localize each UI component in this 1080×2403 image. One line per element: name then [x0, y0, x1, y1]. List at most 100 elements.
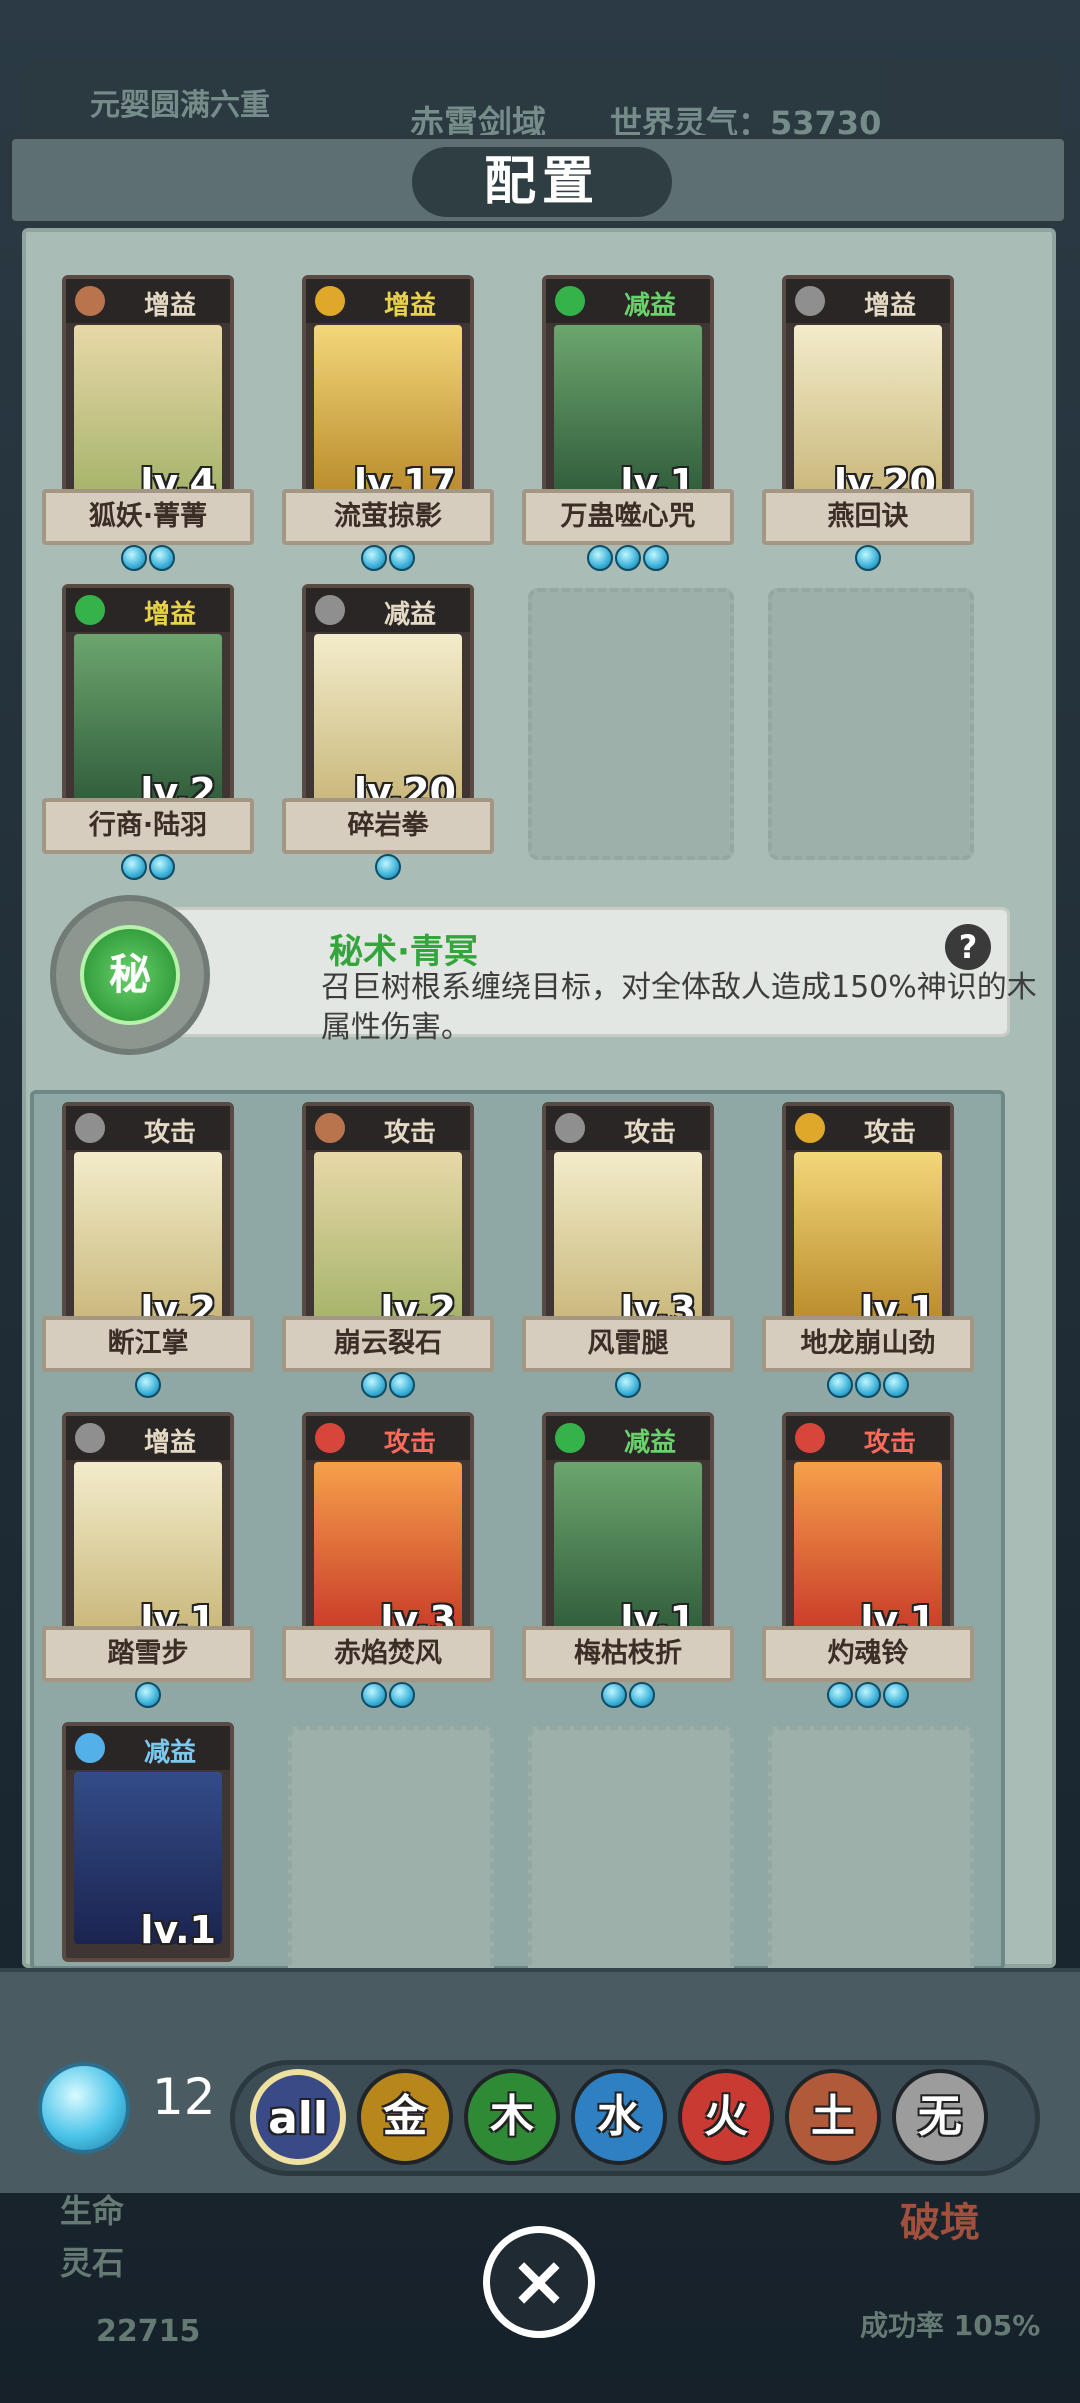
card-header: 减益: [306, 588, 470, 632]
card-header: 攻击: [546, 1106, 710, 1150]
equipped-card[interactable]: 增益 lv.4: [62, 275, 234, 515]
equipped-card[interactable]: 增益 lv.2: [62, 584, 234, 824]
card-type-label: 攻击: [863, 1118, 916, 1148]
filter-all-button[interactable]: all: [250, 2069, 346, 2165]
card-type-label: 攻击: [863, 1428, 916, 1458]
equipped-card[interactable]: 减益 lv.20: [302, 584, 474, 824]
empty-slot[interactable]: [528, 588, 734, 860]
element-icon: [312, 1110, 348, 1146]
spirit-gem-icon: [38, 2062, 130, 2154]
filter-element-button[interactable]: 土: [785, 2069, 881, 2165]
element-icon: [792, 1420, 828, 1456]
cost-dots: [42, 545, 254, 575]
spirit-dot-icon: [883, 1372, 909, 1398]
spirit-dot-icon: [135, 1372, 161, 1398]
cost-dots: [42, 1682, 254, 1712]
spirit-count: 12: [152, 2068, 216, 2126]
spirit-dot-icon: [855, 1372, 881, 1398]
card-name: 梅枯枝折: [522, 1626, 734, 1682]
card-name: 行商·陆羽: [42, 798, 254, 854]
filter-element-button[interactable]: 金: [357, 2069, 453, 2165]
card-name: 断江掌: [42, 1316, 254, 1372]
equipped-card[interactable]: 增益 lv.17: [302, 275, 474, 515]
card-name: 流萤掠影: [282, 489, 494, 545]
card-type-label: 增益: [383, 291, 436, 321]
card-type-label: 增益: [143, 291, 196, 321]
card-header: 增益: [66, 1416, 230, 1460]
empty-slot[interactable]: [768, 1726, 974, 1998]
element-icon: [552, 283, 588, 319]
element-icon: [72, 283, 108, 319]
spirit-dot-icon: [827, 1372, 853, 1398]
secret-skill-description: 召巨树根系缠绕目标，对全体敌人造成150%神识的木属性伤害。: [321, 970, 1037, 1045]
owned-card[interactable]: 攻击 lv.2: [62, 1102, 234, 1342]
card-name: 崩云裂石: [282, 1316, 494, 1372]
dialog-header: 配置: [8, 135, 1068, 225]
spirit-dot-icon: [629, 1682, 655, 1708]
filter-element-button[interactable]: 无: [892, 2069, 988, 2165]
secret-badge-icon: 秘: [80, 925, 180, 1025]
spirit-dot-icon: [375, 854, 401, 880]
card-header: 增益: [306, 279, 470, 323]
secret-skill-emblem[interactable]: 秘: [50, 895, 210, 1055]
cost-dots: [522, 1372, 734, 1402]
close-button[interactable]: ×: [483, 2226, 595, 2338]
help-icon[interactable]: ?: [945, 924, 991, 970]
card-type-label: 减益: [623, 1428, 676, 1458]
equipped-card[interactable]: 减益 lv.1: [542, 275, 714, 515]
element-icon: [552, 1110, 588, 1146]
element-icon: [72, 592, 108, 628]
element-icon: [792, 283, 828, 319]
cost-dots: [282, 854, 494, 884]
spirit-dot-icon: [855, 545, 881, 571]
owned-card[interactable]: 攻击 lv.2: [302, 1102, 474, 1342]
filter-element-button[interactable]: 水: [571, 2069, 667, 2165]
cost-dots: [762, 1372, 974, 1402]
filter-element-button[interactable]: 火: [678, 2069, 774, 2165]
stone-label: 灵石: [60, 2244, 125, 2282]
owned-card[interactable]: 攻击 lv.3: [302, 1412, 474, 1652]
card-type-label: 减益: [623, 291, 676, 321]
card-type-label: 减益: [383, 600, 436, 630]
secret-skill-name: 秘术·青冥: [329, 932, 478, 972]
owned-card[interactable]: 增益 lv.1: [62, 1412, 234, 1652]
owned-card[interactable]: 减益 lv.1: [542, 1412, 714, 1652]
card-name: 风雷腿: [522, 1316, 734, 1372]
spirit-dot-icon: [389, 1682, 415, 1708]
success-rate: 成功率 105%: [860, 2309, 1041, 2342]
card-type-label: 增益: [863, 291, 916, 321]
owned-card[interactable]: 攻击 lv.1: [782, 1102, 954, 1342]
dialog-title: 配置: [412, 147, 672, 217]
card-header: 攻击: [306, 1106, 470, 1150]
cost-dots: [282, 1372, 494, 1402]
empty-slot[interactable]: [528, 1726, 734, 1998]
spirit-dot-icon: [587, 545, 613, 571]
spirit-dot-icon: [389, 1372, 415, 1398]
card-type-label: 增益: [143, 600, 196, 630]
spirit-dot-icon: [883, 1682, 909, 1708]
cost-dots: [42, 1372, 254, 1402]
empty-slot[interactable]: [768, 588, 974, 860]
card-type-label: 攻击: [143, 1118, 196, 1148]
card-header: 攻击: [786, 1106, 950, 1150]
filter-element-button[interactable]: 木: [464, 2069, 560, 2165]
equipped-card[interactable]: 增益 lv.20: [782, 275, 954, 515]
card-level: lv.1: [140, 1908, 216, 1952]
card-header: 减益: [546, 1416, 710, 1460]
spirit-dot-icon: [361, 1372, 387, 1398]
cost-dots: [762, 1682, 974, 1712]
element-icon: [72, 1420, 108, 1456]
spirit-dot-icon: [615, 1372, 641, 1398]
owned-card[interactable]: 攻击 lv.3: [542, 1102, 714, 1342]
spirit-dot-icon: [389, 545, 415, 571]
element-icon: [312, 1420, 348, 1456]
spirit-dot-icon: [643, 545, 669, 571]
spirit-dot-icon: [121, 854, 147, 880]
card-name: 万蛊噬心咒: [522, 489, 734, 545]
breakthrough-label: 破境: [900, 2200, 980, 2246]
owned-card[interactable]: 减益 lv.1: [62, 1722, 234, 1962]
empty-slot[interactable]: [288, 1726, 494, 1998]
card-header: 增益: [66, 588, 230, 632]
card-header: 攻击: [306, 1416, 470, 1460]
owned-card[interactable]: 攻击 lv.1: [782, 1412, 954, 1652]
